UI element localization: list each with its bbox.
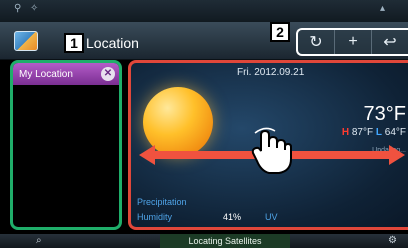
- page-title: Location: [86, 35, 139, 51]
- weather-app-icon[interactable]: [14, 31, 38, 51]
- usb-icon: ⚲: [14, 3, 22, 14]
- high-temperature: 87°F: [351, 127, 374, 138]
- refresh-icon: ↻: [309, 34, 323, 51]
- navigation-icon[interactable]: ⌕: [36, 235, 42, 246]
- swipe-hand-icon: [251, 127, 292, 174]
- refresh-button[interactable]: ↻: [298, 30, 335, 54]
- settings-icon[interactable]: ⚙: [388, 235, 397, 246]
- back-button[interactable]: ↩: [372, 30, 408, 54]
- low-label: L: [375, 127, 382, 138]
- toolbar: ↻ + ↩: [296, 28, 408, 56]
- uv-label: UV: [265, 212, 278, 222]
- humidity-value: 41%: [223, 212, 242, 222]
- precipitation-label: Precipitation: [137, 197, 187, 207]
- location-item-my-location[interactable]: My Location ✕: [13, 63, 119, 85]
- location-item-label: My Location: [19, 68, 73, 80]
- bottom-bar: ⌕ Locating Satellites ⚙: [0, 234, 408, 248]
- weather-date: Fri. 2012.09.21: [237, 67, 305, 78]
- high-label: H: [341, 127, 350, 138]
- back-icon: ↩: [383, 34, 397, 51]
- callout-2: 2: [270, 22, 290, 42]
- high-low-temperature: H 87°F L 64°F: [342, 127, 406, 138]
- status-bar: ⚲ ✧ ▴: [0, 0, 408, 22]
- remove-icon[interactable]: ✕: [101, 67, 115, 81]
- weather-panel[interactable]: Fri. 2012.09.21 73°F H 87°F L 64°F Updat…: [128, 60, 408, 230]
- signal-icon: ▴: [380, 3, 386, 14]
- add-location-button[interactable]: +: [335, 30, 372, 54]
- gps-status: Locating Satellites: [160, 234, 290, 248]
- location-list: My Location ✕: [10, 60, 122, 230]
- callout-1: 1: [64, 33, 84, 53]
- humidity-label: Humidity: [137, 212, 173, 222]
- current-temperature: 73°F: [363, 103, 406, 125]
- add-icon: +: [348, 33, 358, 50]
- low-temperature: 64°F: [384, 127, 406, 138]
- bluetooth-icon: ✧: [30, 3, 39, 14]
